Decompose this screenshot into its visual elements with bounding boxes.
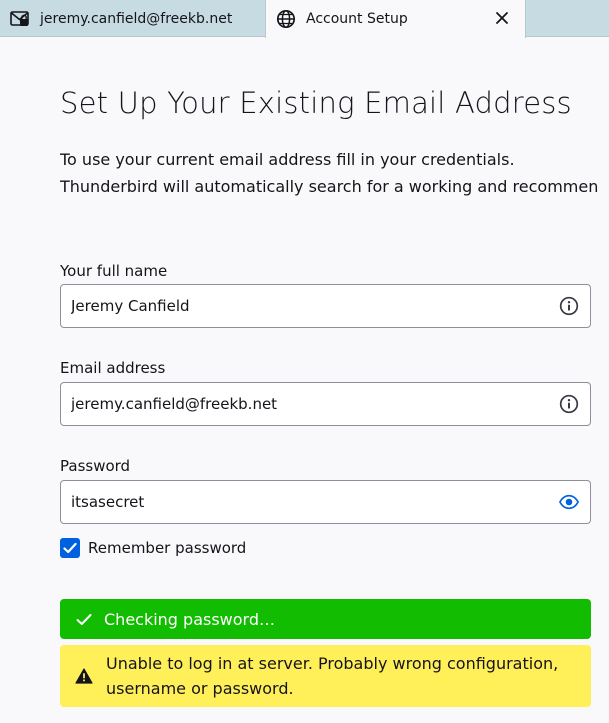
- tab-label: jeremy.canfield@freekb.net: [40, 10, 233, 27]
- full-name-field[interactable]: [60, 284, 591, 328]
- remember-password-checkbox[interactable]: [60, 538, 80, 558]
- remember-password-label: Remember password: [88, 539, 247, 557]
- tab-bar: jeremy.canfield@freekb.net Account Setup: [0, 0, 609, 38]
- page-title: Set Up Your Existing Email Address: [60, 86, 572, 120]
- mail-lock-icon: [10, 9, 30, 29]
- globe-icon: [276, 9, 296, 29]
- email-field[interactable]: [60, 382, 591, 426]
- password-label: Password: [60, 457, 131, 475]
- tab-account-setup[interactable]: Account Setup: [265, 0, 526, 38]
- status-text: Unable to log in at server. Probably wro…: [106, 654, 559, 698]
- full-name-input[interactable]: [71, 285, 531, 327]
- remember-password[interactable]: Remember password: [60, 538, 246, 558]
- email-input[interactable]: [71, 383, 531, 425]
- password-input[interactable]: [71, 481, 531, 523]
- email-label: Email address: [60, 359, 166, 377]
- eye-icon[interactable]: [559, 492, 579, 512]
- account-setup-page: Set Up Your Existing Email Address To us…: [0, 38, 609, 723]
- close-icon[interactable]: [493, 9, 511, 27]
- description-line: Thunderbird will automatically search fo…: [60, 177, 599, 196]
- description-line: To use your current email address fill i…: [60, 150, 515, 169]
- tab-label: Account Setup: [306, 11, 408, 27]
- status-text: Checking password…: [104, 609, 276, 629]
- password-field[interactable]: [60, 480, 591, 524]
- info-icon[interactable]: [559, 394, 579, 414]
- tab-inbox[interactable]: jeremy.canfield@freekb.net: [0, 0, 264, 37]
- login-error-status: Unable to log in at server. Probably wro…: [60, 645, 591, 707]
- full-name-label: Your full name: [60, 262, 168, 280]
- page-description: To use your current email address fill i…: [60, 146, 609, 200]
- checkmark-icon: [74, 609, 94, 629]
- warning-icon: [74, 666, 94, 686]
- info-icon[interactable]: [559, 296, 579, 316]
- checking-password-status: Checking password…: [60, 599, 591, 639]
